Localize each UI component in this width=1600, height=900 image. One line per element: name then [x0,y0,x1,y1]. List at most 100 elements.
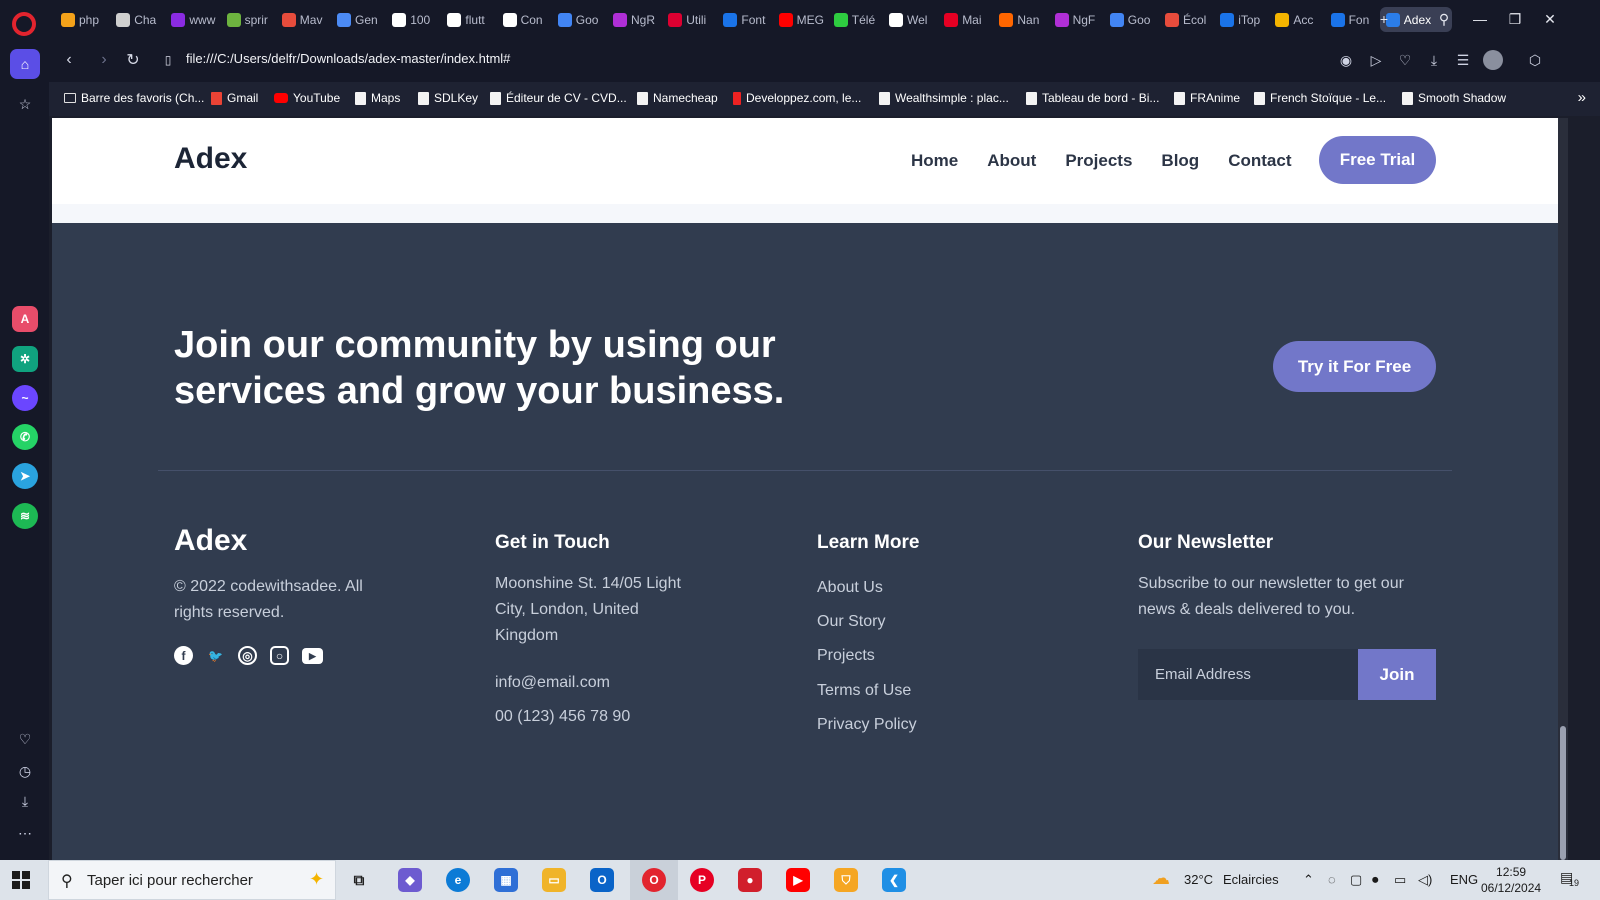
browser-tab[interactable]: MEG [773,7,825,32]
close-icon[interactable]: ✕ [1537,6,1563,32]
weather-temp[interactable]: 32°C [1184,872,1213,887]
download-icon[interactable]: ⤓ [1424,50,1444,70]
youtube-icon[interactable]: ▶ [302,648,323,664]
browser-tab[interactable]: php [55,7,107,32]
reload-icon[interactable]: ↻ [121,48,145,72]
nav-home[interactable]: Home [911,151,958,171]
bookmark-item[interactable]: Namecheap [637,91,718,105]
telegram-icon[interactable]: ➤ [12,463,38,489]
browser-tab[interactable]: 100 [386,7,438,32]
play-icon[interactable]: ▷ [1366,50,1386,70]
chatgpt-icon[interactable]: ✲ [12,346,38,372]
browser-tab[interactable]: Goo [1104,7,1156,32]
page-scrollbar[interactable] [1558,118,1568,860]
search-tabs-icon[interactable]: ⚲ [1431,6,1457,32]
store-icon[interactable]: ▦ [494,868,518,892]
email-link[interactable]: info@email.com [495,674,610,692]
join-button[interactable]: Join [1358,649,1436,700]
link-about-us[interactable]: About Us [817,579,883,597]
browser-tab[interactable]: Goo [552,7,604,32]
browser-tab[interactable]: Écol [1159,7,1211,32]
browser-tab[interactable]: Font [717,7,769,32]
link-privacy-policy[interactable]: Privacy Policy [817,716,917,734]
microphone-icon[interactable]: ⏺ [1372,872,1379,888]
page-info-icon[interactable]: ▯ [156,48,180,72]
nav-blog[interactable]: Blog [1161,151,1199,171]
browser-tab[interactable]: sprir [221,7,273,32]
browser-tab[interactable]: Cha [110,7,162,32]
aria-icon[interactable]: A [12,306,38,332]
scrollbar-thumb[interactable] [1560,726,1566,860]
star-icon[interactable]: ☆ [10,89,40,119]
battery-icon[interactable]: ▭ [1394,872,1406,888]
browser-tab[interactable]: Mai [938,7,990,32]
weather-text[interactable]: Eclaircies [1223,872,1279,887]
more-bookmarks-icon[interactable]: » [1578,89,1586,106]
bookmark-item[interactable]: Éditeur de CV - CVD... [490,91,627,105]
browser-tab[interactable]: NgR [607,7,659,32]
forward-icon[interactable]: › [92,48,116,72]
profile-avatar[interactable] [1483,50,1503,70]
browser-tab[interactable]: Mav [276,7,328,32]
file-explorer-icon[interactable]: ▭ [542,868,566,892]
dribbble-icon[interactable]: ◎ [238,646,257,665]
site-logo[interactable]: Adex [174,142,247,176]
browser-tab[interactable]: Nan [993,7,1045,32]
task-view-icon[interactable]: ⧉ [347,868,371,892]
meet-icon[interactable]: ▢ [1350,872,1362,888]
browser-tab[interactable]: www [165,7,217,32]
network-icon[interactable]: ◌ [1328,872,1336,887]
outlook-icon[interactable]: O [590,868,614,892]
bookmark-item[interactable]: Smooth Shadow [1402,91,1506,105]
bookmark-item[interactable]: Gmail [211,91,258,105]
newsletter-email-input[interactable] [1138,649,1358,700]
more-icon[interactable]: ⋯ [10,818,40,848]
browser-tab[interactable]: Gen [331,7,383,32]
maximize-icon[interactable]: ❐ [1502,6,1528,32]
instagram-icon[interactable]: ○ [270,646,289,665]
spotify-icon[interactable]: ≋ [12,503,38,529]
new-tab-icon[interactable]: + [1371,6,1397,32]
browser-tab[interactable]: flutt [441,7,493,32]
bookmark-item[interactable]: French Stoïque - Le... [1254,91,1386,105]
youtube-icon[interactable]: ▶ [786,868,810,892]
heart-icon[interactable]: ♡ [10,724,40,754]
url-text[interactable]: file:///C:/Users/delfr/Downloads/adex-ma… [186,51,510,66]
easy-setup-icon[interactable]: ☰ [1453,50,1473,70]
clock[interactable]: 12:59 06/12/2024 [1481,864,1541,896]
browser-tab[interactable]: iTop [1214,7,1266,32]
footer-logo[interactable]: Adex [174,524,247,558]
browser-tab[interactable]: Utili [662,7,714,32]
nav-about[interactable]: About [987,151,1036,171]
browser-tab[interactable]: Acc [1269,7,1321,32]
whatsapp-icon[interactable]: ✆ [12,424,38,450]
vscode-icon[interactable]: ❮ [882,868,906,892]
link-projects[interactable]: Projects [817,647,875,665]
link-our-story[interactable]: Our Story [817,613,885,631]
messenger-icon[interactable]: ~ [12,385,38,411]
opera-icon[interactable]: O [642,868,666,892]
camera-icon[interactable]: ◉ [1336,50,1356,70]
recorder-icon[interactable]: ● [738,868,762,892]
browser-tab[interactable]: Fon [1325,7,1377,32]
back-icon[interactable]: ‹ [57,48,81,72]
browser-tab[interactable]: Con [497,7,549,32]
pinterest-icon[interactable]: P [690,868,714,892]
bookmark-item[interactable]: YouTube [274,91,340,105]
weather-icon[interactable]: ☁ [1152,868,1170,889]
minimize-icon[interactable]: — [1467,6,1493,32]
volume-icon[interactable]: ◁) [1418,872,1432,888]
browser-tab[interactable]: Wel [883,7,935,32]
bookmark-item[interactable]: Barre des favoris (Ch... [64,91,204,105]
twitter-icon[interactable]: 🐦 [206,646,225,665]
windows-start-icon[interactable] [12,871,30,889]
facebook-icon[interactable]: f [174,646,193,665]
heart-icon[interactable]: ♡ [1395,50,1415,70]
browser-tab[interactable]: NgF [1049,7,1101,32]
try-free-button[interactable]: Try it For Free [1273,341,1436,392]
taskbar-search[interactable]: ⚲ Taper ici pour rechercher ✦ [48,860,336,900]
bookmark-item[interactable]: Tableau de bord - Bi... [1026,91,1159,105]
download-icon[interactable]: ⤓ [10,786,40,816]
phone-link[interactable]: 00 (123) 456 78 90 [495,708,630,726]
copilot-icon[interactable]: ◆ [398,868,422,892]
